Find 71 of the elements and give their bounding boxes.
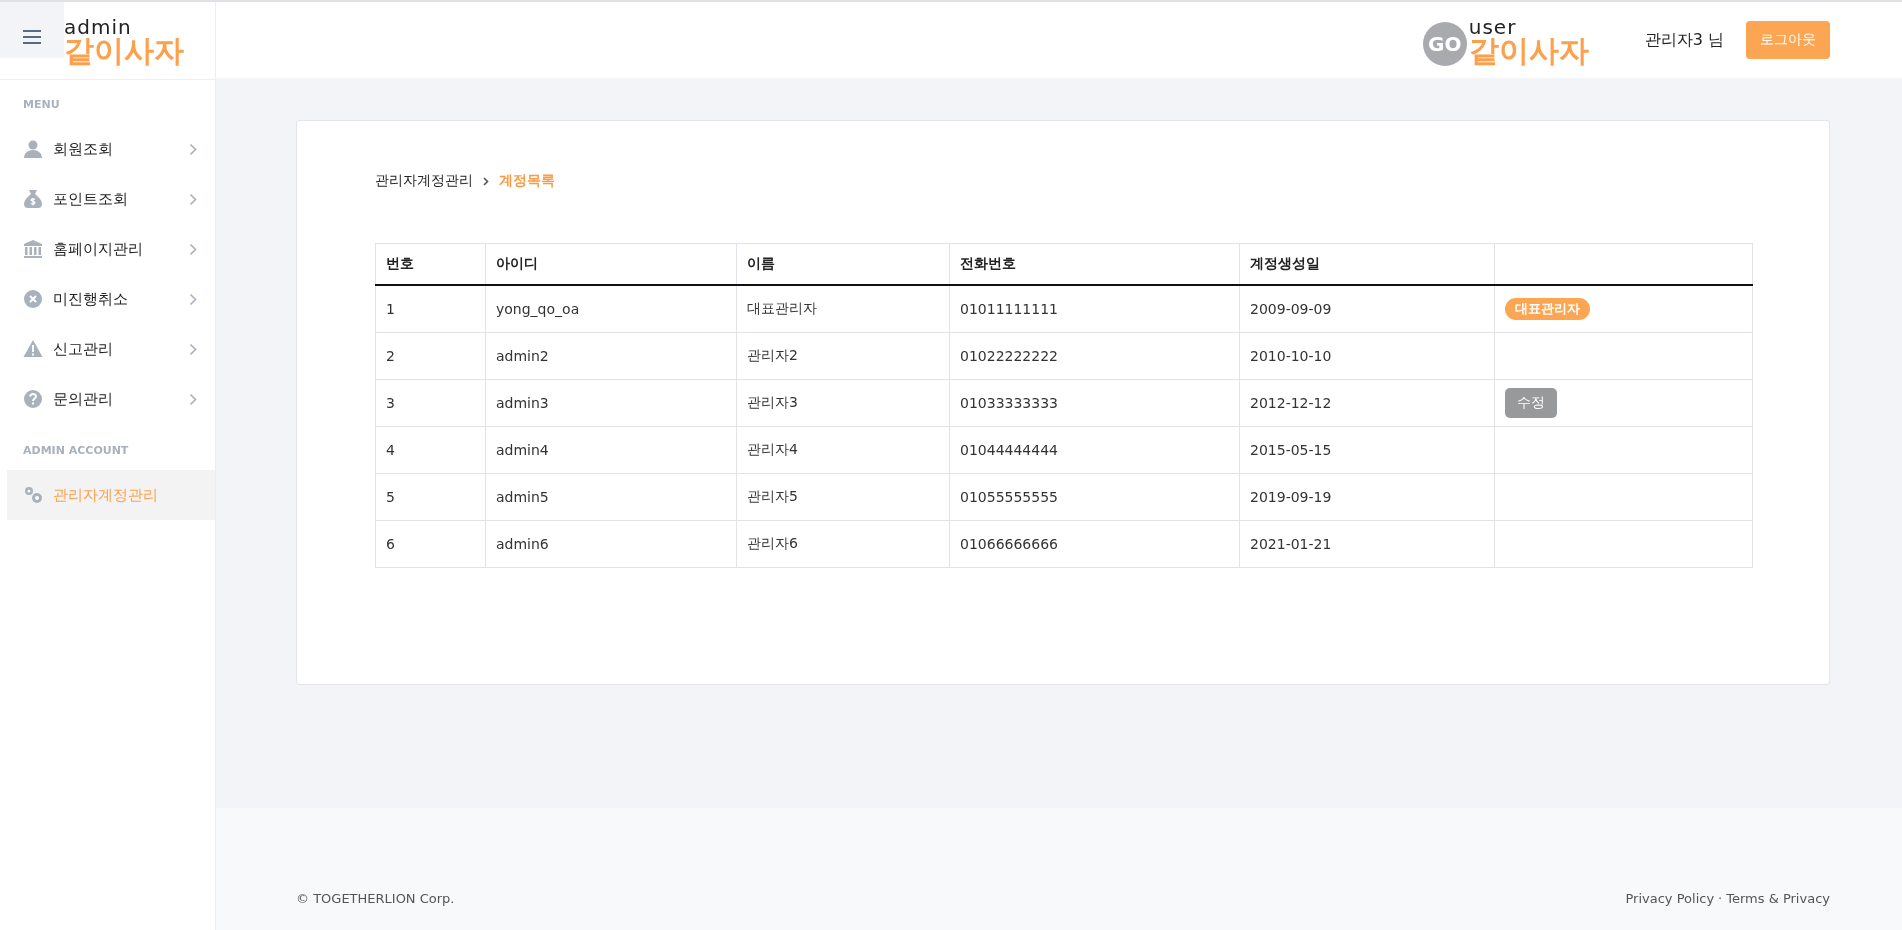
table-cell: 01022222222 xyxy=(949,332,1240,380)
role-tag: 대표관리자 xyxy=(1505,298,1590,320)
warning-icon xyxy=(23,339,43,359)
table-cell: 01011111111 xyxy=(949,285,1240,333)
chevron-right-icon xyxy=(483,176,489,186)
menu-button[interactable] xyxy=(0,2,64,58)
logo-caption: admin xyxy=(64,18,132,36)
table-cell: 관리자4 xyxy=(736,426,950,474)
table-cell: 2009-09-09 xyxy=(1239,285,1495,333)
table-cell: 2012-12-12 xyxy=(1239,379,1495,427)
chevron-right-icon xyxy=(189,242,197,256)
column-header: 아이디 xyxy=(485,243,737,285)
chevron-right-icon xyxy=(189,392,197,406)
sidebar-item[interactable]: 회원조회 xyxy=(0,124,215,174)
money-bag-icon xyxy=(23,189,43,209)
table-cell: admin5 xyxy=(485,473,737,521)
user-name: 관리자3 님 xyxy=(1644,29,1724,51)
table-cell: admin4 xyxy=(485,426,737,474)
table-cell: 01055555555 xyxy=(949,473,1240,521)
close-circle-icon xyxy=(23,289,43,309)
table-cell: 2019-09-19 xyxy=(1239,473,1495,521)
table-cell: 01033333333 xyxy=(949,379,1240,427)
table-cell: admin2 xyxy=(485,332,737,380)
logo-badge: GO xyxy=(1422,22,1467,66)
column-header: 계정생성일 xyxy=(1239,243,1495,285)
logo-wordmark: 같이사자 xyxy=(64,36,184,66)
chevron-right-icon xyxy=(189,192,197,206)
sidebar-item[interactable]: 미진행취소 xyxy=(0,274,215,324)
table-cell: 4 xyxy=(375,426,486,474)
table-cell: admin3 xyxy=(485,379,737,427)
person-icon xyxy=(23,139,43,159)
table-cell: 3 xyxy=(375,379,486,427)
table-cell: 대표관리자 xyxy=(736,285,950,333)
footer-link[interactable]: Terms & Privacy xyxy=(1726,891,1830,906)
column-header: 전화번호 xyxy=(949,243,1240,285)
table-cell: admin6 xyxy=(485,520,737,568)
sidebar-item[interactable]: 문의관리 xyxy=(0,374,215,424)
sidebar-item[interactable]: 포인트조회 xyxy=(0,174,215,224)
footer-link[interactable]: Privacy Policy xyxy=(1625,891,1715,906)
table-cell: 1 xyxy=(375,285,486,333)
copyright-text: © TOGETHERLION Corp. xyxy=(296,891,455,906)
section-title: ADMIN ACCOUNT xyxy=(22,444,130,459)
table-cell: 5 xyxy=(375,473,486,521)
table-cell: 01044444444 xyxy=(949,426,1240,474)
bank-icon xyxy=(23,239,43,259)
column-header: 이름 xyxy=(736,243,950,285)
table-cell: 2015-05-15 xyxy=(1239,426,1495,474)
separator: · xyxy=(1718,891,1723,906)
help-icon xyxy=(23,389,43,409)
logo-caption: user xyxy=(1468,18,1517,36)
column-header: 번호 xyxy=(375,243,486,285)
table-cell: yong_qo_oa xyxy=(485,285,737,333)
table-cell: 관리자5 xyxy=(736,473,950,521)
table-cell: 01066666666 xyxy=(949,520,1240,568)
table-cell: 2021-01-21 xyxy=(1239,520,1495,568)
menu-icon xyxy=(23,30,41,44)
table-cell: 6 xyxy=(375,520,486,568)
logo-wordmark: 같이사자 xyxy=(1468,36,1589,66)
table-cell: 2 xyxy=(375,332,486,380)
chevron-right-icon xyxy=(189,142,197,156)
table-cell: 관리자6 xyxy=(736,520,950,568)
breadcrumb-current: 계정목록 xyxy=(499,172,555,190)
chevron-right-icon xyxy=(189,342,197,356)
table-cell: 2010-10-10 xyxy=(1239,332,1495,380)
chevron-right-icon xyxy=(189,292,197,306)
sidebar-item[interactable]: 홈페이지관리 xyxy=(0,224,215,274)
table-cell: 관리자3 xyxy=(736,379,950,427)
table-cell: 관리자2 xyxy=(736,332,950,380)
sidebar-item[interactable]: 신고관리 xyxy=(0,324,215,374)
section-title: MENU xyxy=(22,98,61,113)
breadcrumb-link[interactable]: 관리자계정관리 xyxy=(375,172,473,190)
